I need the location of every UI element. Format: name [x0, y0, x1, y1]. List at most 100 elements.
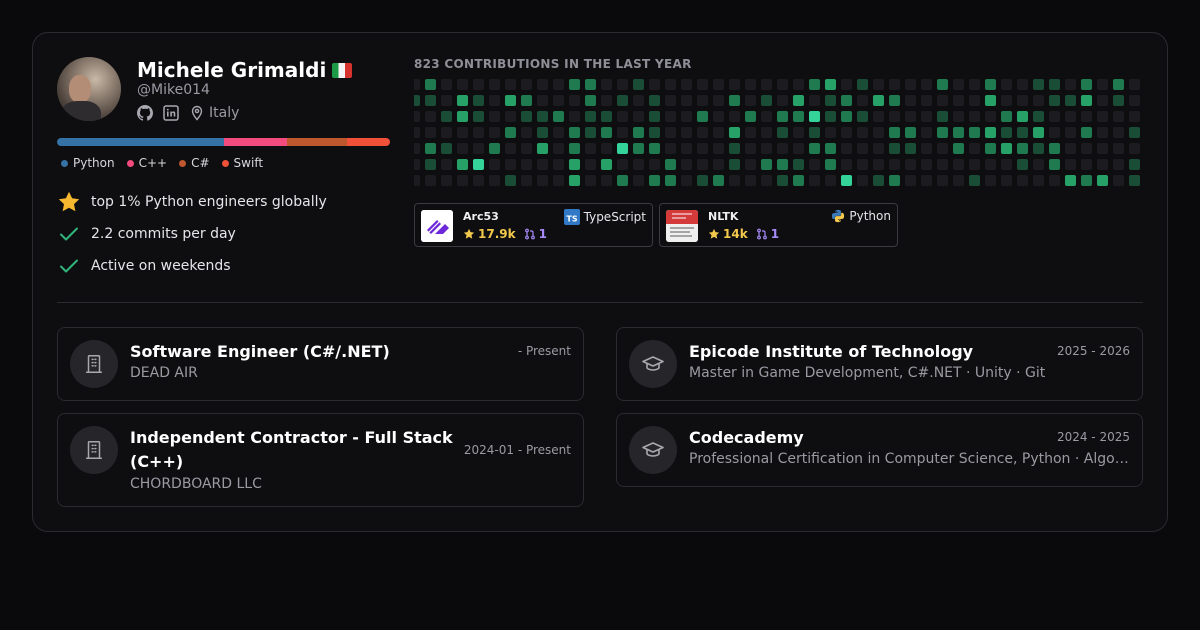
- repo-card-arc53[interactable]: Arc53 17.9k 1 TS TypeScript: [414, 203, 653, 247]
- contribution-cell: [537, 95, 548, 106]
- contribution-cell: [985, 79, 996, 90]
- contribution-cell: [457, 79, 468, 90]
- contribution-cell: [777, 95, 788, 106]
- contribution-cell: [1001, 79, 1012, 90]
- contribution-cell: [889, 95, 900, 106]
- repo-name: NLTK: [708, 210, 739, 223]
- language-legend-item: C++: [126, 156, 167, 170]
- contribution-cell: [617, 143, 628, 154]
- contribution-cell: [585, 159, 596, 170]
- contribution-cell: [425, 175, 436, 186]
- contribution-cell: [601, 175, 612, 186]
- contribution-cell: [1113, 175, 1124, 186]
- contribution-cell: [1113, 127, 1124, 138]
- contribution-cell: [905, 127, 916, 138]
- contribution-cell: [1049, 127, 1060, 138]
- education-program: Professional Certification in Computer S…: [689, 451, 1129, 467]
- avatar: [57, 57, 121, 121]
- contribution-cell: [414, 159, 420, 170]
- contribution-cell: [457, 95, 468, 106]
- contribution-cell: [1129, 79, 1140, 90]
- contribution-cell: [569, 95, 580, 106]
- contribution-cell: [745, 95, 756, 106]
- contribution-cell: [857, 175, 868, 186]
- contribution-cell: [713, 95, 724, 106]
- contribution-cell: [905, 143, 916, 154]
- contribution-cell: [1017, 79, 1028, 90]
- contribution-cell: [425, 111, 436, 122]
- svg-text:TS: TS: [566, 215, 577, 224]
- contribution-cell: [1081, 175, 1092, 186]
- contribution-cell: [809, 127, 820, 138]
- github-icon[interactable]: [137, 105, 153, 121]
- contribution-cell: [889, 111, 900, 122]
- contribution-cell: [1129, 143, 1140, 154]
- contribution-cell: [969, 127, 980, 138]
- contribution-cell: [889, 79, 900, 90]
- linkedin-icon[interactable]: [163, 105, 179, 121]
- contribution-cell: [1033, 111, 1044, 122]
- contribution-cell: [697, 95, 708, 106]
- contribution-cell: [953, 127, 964, 138]
- contribution-cell: [537, 79, 548, 90]
- language-legend-item: Swift: [221, 156, 263, 170]
- contribution-cell: [521, 127, 532, 138]
- contribution-cell: [1065, 143, 1076, 154]
- contribution-cell: [729, 111, 740, 122]
- contribution-cell: [457, 159, 468, 170]
- contribution-cell: [633, 159, 644, 170]
- repo-stats: 17.9k 1: [463, 227, 547, 241]
- experience-company: CHORDBOARD LLC: [130, 476, 262, 492]
- contribution-cell: [505, 143, 516, 154]
- contribution-cell: [841, 143, 852, 154]
- contribution-cell: [1001, 175, 1012, 186]
- contribution-cell: [745, 159, 756, 170]
- contribution-cell: [889, 175, 900, 186]
- contribution-cell: [1129, 111, 1140, 122]
- contribution-cell: [425, 143, 436, 154]
- contribution-cell: [505, 175, 516, 186]
- contribution-cell: [617, 79, 628, 90]
- contribution-cell: [921, 143, 932, 154]
- contribution-cell: [1113, 111, 1124, 122]
- contribution-cell: [1081, 127, 1092, 138]
- contribution-cell: [537, 143, 548, 154]
- contribution-cell: [1065, 127, 1076, 138]
- contribution-cell: [457, 143, 468, 154]
- contribution-cell: [585, 175, 596, 186]
- repo-name: Arc53: [463, 210, 499, 223]
- building-icon: [70, 340, 118, 388]
- contribution-cell: [537, 175, 548, 186]
- contribution-cell: [985, 143, 996, 154]
- contribution-cell: [713, 143, 724, 154]
- contribution-cell: [441, 79, 452, 90]
- contribution-cell: [553, 95, 564, 106]
- contribution-cell: [889, 127, 900, 138]
- contribution-cell: [697, 111, 708, 122]
- language-dot: [179, 159, 187, 167]
- location: Italy: [189, 105, 239, 121]
- repo-card-nltk[interactable]: NLTK 14k 1 Python: [659, 203, 898, 247]
- contribution-cell: [1097, 79, 1108, 90]
- contribution-cell: [745, 127, 756, 138]
- contribution-cell: [665, 79, 676, 90]
- contribution-cell: [489, 95, 500, 106]
- contribution-cell: [841, 111, 852, 122]
- contribution-cell: [937, 111, 948, 122]
- contribution-cell: [441, 159, 452, 170]
- contribution-cell: [489, 127, 500, 138]
- contribution-cell: [1033, 143, 1044, 154]
- highlight-weekends: Active on weekends: [57, 254, 231, 278]
- contribution-cell: [425, 79, 436, 90]
- arc53-logo: [421, 210, 453, 242]
- contribution-cell: [681, 111, 692, 122]
- contribution-cell: [473, 143, 484, 154]
- contribution-cell: [921, 175, 932, 186]
- contribution-cell: [841, 95, 852, 106]
- language-bar: [57, 138, 390, 146]
- contribution-cell: [633, 127, 644, 138]
- contribution-cell: [777, 175, 788, 186]
- contribution-cell: [569, 143, 580, 154]
- contributions-title: 823 CONTRIBUTIONS IN THE LAST YEAR: [414, 57, 692, 71]
- contribution-cell: [505, 111, 516, 122]
